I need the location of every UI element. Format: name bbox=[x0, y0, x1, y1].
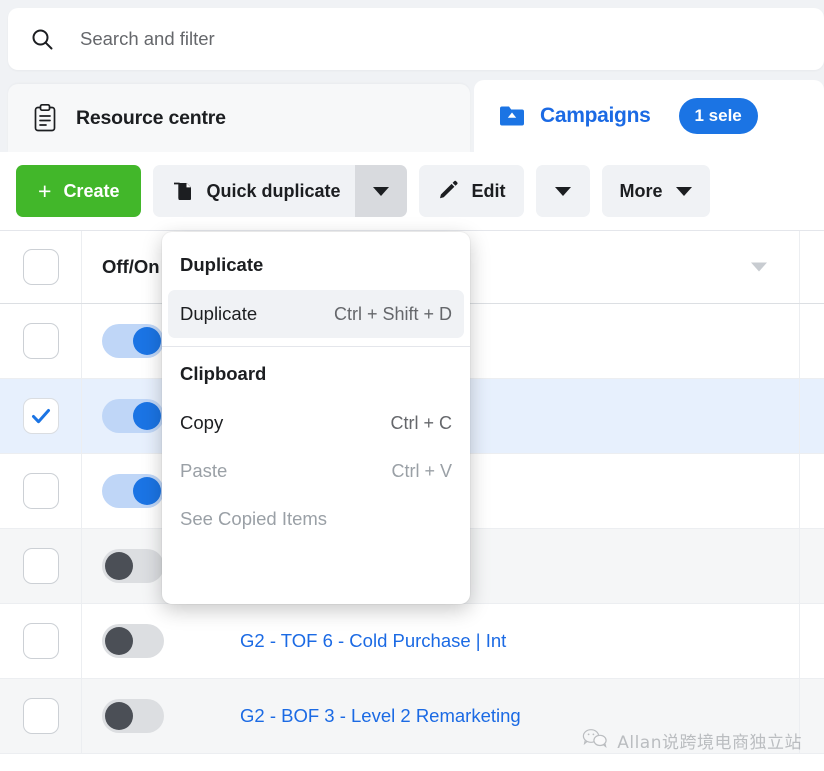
chevron-down-icon[interactable] bbox=[751, 263, 767, 272]
row-select-cell[interactable] bbox=[0, 679, 82, 753]
menu-section-clipboard-title: Clipboard bbox=[162, 351, 470, 399]
quick-duplicate-split-button: Quick duplicate bbox=[153, 165, 406, 217]
menu-item-see-copied-items-label: See Copied Items bbox=[180, 508, 327, 530]
menu-item-copy-shortcut: Ctrl + C bbox=[390, 413, 452, 434]
search-input[interactable] bbox=[80, 28, 720, 50]
campaign-name-link[interactable]: G2 - BOF 3 - Level 2 Remarketing bbox=[240, 705, 521, 727]
menu-item-paste: Paste Ctrl + V bbox=[168, 447, 464, 495]
toggle-knob bbox=[133, 477, 161, 505]
quick-duplicate-dropdown-toggle[interactable] bbox=[355, 165, 407, 217]
clipboard-icon bbox=[32, 103, 58, 133]
table-header-tail bbox=[800, 231, 824, 303]
menu-section-duplicate-title: Duplicate bbox=[162, 242, 470, 290]
menu-item-duplicate-label: Duplicate bbox=[180, 303, 257, 325]
row-tail-cell bbox=[800, 379, 824, 453]
row-checkbox[interactable] bbox=[23, 323, 59, 359]
menu-item-paste-shortcut: Ctrl + V bbox=[391, 461, 452, 482]
chevron-down-icon bbox=[676, 187, 692, 196]
toggle-switch-off[interactable] bbox=[102, 699, 164, 733]
toggle-switch-off[interactable] bbox=[102, 549, 164, 583]
row-toggle-cell[interactable] bbox=[82, 604, 216, 678]
edit-button[interactable]: Edit bbox=[419, 165, 524, 217]
toggle-switch-on[interactable] bbox=[102, 399, 164, 433]
row-checkbox[interactable] bbox=[23, 698, 59, 734]
campaign-folder-icon bbox=[498, 103, 526, 129]
toggle-switch-on[interactable] bbox=[102, 324, 164, 358]
toggle-switch-on[interactable] bbox=[102, 474, 164, 508]
pencil-icon bbox=[437, 180, 459, 202]
app-root: Resource centre Campaigns 1 sele + Creat… bbox=[0, 0, 824, 771]
resource-centre-label: Resource centre bbox=[76, 107, 226, 130]
actions-toolbar: + Create Quick duplicate bbox=[0, 152, 824, 230]
row-name-cell[interactable]: G2 - TOF 6 - Cold Purchase | Int bbox=[216, 604, 800, 678]
more-button-label: More bbox=[620, 181, 663, 202]
row-tail-cell bbox=[800, 304, 824, 378]
menu-item-copy-label: Copy bbox=[180, 412, 223, 434]
row-tail-cell bbox=[800, 529, 824, 603]
row-tail-cell bbox=[800, 679, 824, 753]
select-all-cell[interactable] bbox=[0, 231, 82, 303]
selection-count-badge[interactable]: 1 sele bbox=[679, 98, 758, 134]
row-select-cell[interactable] bbox=[0, 604, 82, 678]
row-select-cell[interactable] bbox=[0, 304, 82, 378]
row-checkbox[interactable] bbox=[23, 548, 59, 584]
chevron-down-icon bbox=[373, 187, 389, 196]
row-checkbox[interactable] bbox=[23, 473, 59, 509]
create-button-label: Create bbox=[63, 181, 119, 202]
quick-duplicate-label: Quick duplicate bbox=[206, 181, 340, 202]
menu-divider bbox=[162, 346, 470, 347]
check-icon bbox=[29, 404, 53, 428]
select-all-checkbox[interactable] bbox=[23, 249, 59, 285]
table-row[interactable]: G2 - TOF 6 - Cold Purchase | Int bbox=[0, 604, 824, 679]
row-toggle-cell[interactable] bbox=[82, 679, 216, 753]
menu-item-duplicate[interactable]: Duplicate Ctrl + Shift + D bbox=[168, 290, 464, 338]
campaign-name-link[interactable]: G2 - TOF 6 - Cold Purchase | Int bbox=[240, 630, 506, 652]
resource-centre-tab[interactable]: Resource centre bbox=[8, 84, 470, 152]
search-icon bbox=[30, 27, 54, 51]
search-and-filter-bar[interactable] bbox=[8, 8, 824, 70]
edit-button-label: Edit bbox=[472, 181, 506, 202]
menu-item-paste-label: Paste bbox=[180, 460, 227, 482]
campaigns-label: Campaigns bbox=[540, 104, 651, 128]
row-select-cell[interactable] bbox=[0, 454, 82, 528]
row-tail-cell bbox=[800, 604, 824, 678]
campaigns-panel-header: Campaigns 1 sele bbox=[474, 80, 824, 152]
create-button[interactable]: + Create bbox=[16, 165, 141, 217]
row-tail-cell bbox=[800, 454, 824, 528]
plus-icon: + bbox=[38, 180, 51, 203]
row-checkbox[interactable] bbox=[23, 398, 59, 434]
toggle-knob bbox=[105, 627, 133, 655]
toggle-knob bbox=[133, 327, 161, 355]
toggle-switch-off[interactable] bbox=[102, 624, 164, 658]
menu-item-copy[interactable]: Copy Ctrl + C bbox=[168, 399, 464, 447]
menu-item-see-copied-items: See Copied Items bbox=[168, 495, 464, 543]
quick-duplicate-dropdown-menu: Duplicate Duplicate Ctrl + Shift + D Cli… bbox=[162, 232, 470, 604]
toggle-knob bbox=[105, 702, 133, 730]
row-checkbox[interactable] bbox=[23, 623, 59, 659]
quick-duplicate-button[interactable]: Quick duplicate bbox=[153, 165, 354, 217]
table-row[interactable]: G2 - BOF 3 - Level 2 Remarketing bbox=[0, 679, 824, 754]
chevron-down-icon bbox=[555, 187, 571, 196]
menu-item-duplicate-shortcut: Ctrl + Shift + D bbox=[334, 304, 452, 325]
row-select-cell[interactable] bbox=[0, 379, 82, 453]
row-name-cell[interactable]: G2 - BOF 3 - Level 2 Remarketing bbox=[216, 679, 800, 753]
duplicate-pages-icon bbox=[171, 180, 193, 202]
toggle-knob bbox=[133, 402, 161, 430]
row-select-cell[interactable] bbox=[0, 529, 82, 603]
toggle-knob bbox=[105, 552, 133, 580]
more-button[interactable]: More bbox=[602, 165, 710, 217]
edit-dropdown-toggle[interactable] bbox=[536, 165, 590, 217]
